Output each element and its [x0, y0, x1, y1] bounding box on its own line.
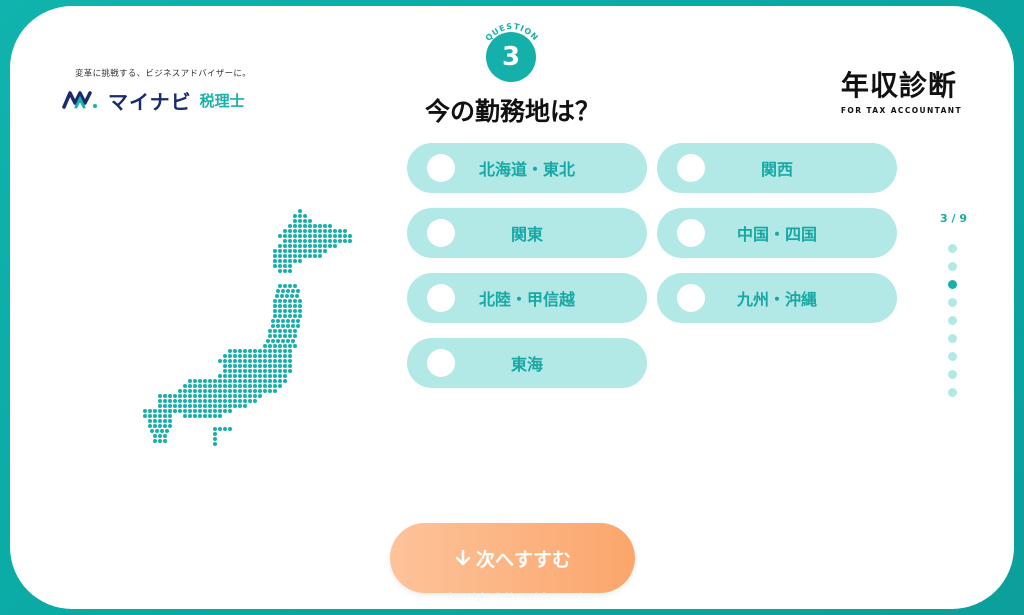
japan-map-icon — [143, 209, 352, 446]
progress-dot — [948, 244, 957, 253]
brand-block: 年収診断 FOR TAX ACCOUNTANT — [841, 64, 962, 115]
arrow-down-icon — [455, 549, 471, 566]
progress-label: 3 / 9 — [940, 212, 967, 225]
brand-title: 年収診断 — [840, 69, 957, 102]
option-tokai[interactable]: 東海 — [407, 338, 647, 388]
next-button-label: 次へすすむ — [475, 548, 571, 571]
option-hokuriku-koshinetsu[interactable]: 北陸・甲信越 — [407, 273, 647, 323]
brand-subtitle: FOR TAX ACCOUNTANT — [840, 106, 962, 115]
logo-name: マイナビ — [108, 89, 192, 114]
radio-button[interactable] — [427, 284, 455, 312]
radio-button[interactable] — [427, 154, 455, 182]
progress-dot — [948, 262, 957, 271]
question-badge: QUESTION 3 — [482, 18, 542, 88]
progress-dot — [948, 280, 957, 289]
progress-dot — [948, 370, 957, 379]
progress-dot — [948, 334, 957, 343]
main-card: 変革に挑戦する、ビジネスアドバイザーに。 マイナビ 税理士 年収診断 FOR T… — [10, 6, 1014, 609]
next-button[interactable]: 次へすすむ — [390, 523, 635, 593]
option-kansai[interactable]: 関西 — [657, 143, 897, 193]
radio-button[interactable] — [427, 219, 455, 247]
option-kyushu-okinawa[interactable]: 九州・沖縄 — [657, 273, 897, 323]
progress-dot — [948, 388, 957, 397]
radio-button[interactable] — [427, 349, 455, 377]
radio-button[interactable] — [677, 154, 705, 182]
progress-dot — [948, 316, 957, 325]
radio-button[interactable] — [677, 284, 705, 312]
copyright: Copyright © Mynavi Corporation — [446, 592, 594, 602]
option-hokkaido-tohoku[interactable]: 北海道・東北 — [407, 143, 647, 193]
option-kanto[interactable]: 関東 — [407, 208, 647, 258]
logo-sub: 税理士 — [199, 91, 245, 110]
radio-button[interactable] — [677, 219, 705, 247]
mynavi-logo[interactable]: マイナビ 税理士 — [62, 87, 245, 114]
mynavi-logo-icon — [62, 91, 97, 109]
progress-dot — [948, 298, 957, 307]
progress-dot — [948, 352, 957, 361]
tagline: 変革に挑戦する、ビジネスアドバイザーに。 — [75, 69, 252, 79]
question-number: 3 — [486, 32, 536, 82]
option-chugoku-shikoku[interactable]: 中国・四国 — [657, 208, 897, 258]
question-title: 今の勤務地は？ — [424, 97, 600, 126]
